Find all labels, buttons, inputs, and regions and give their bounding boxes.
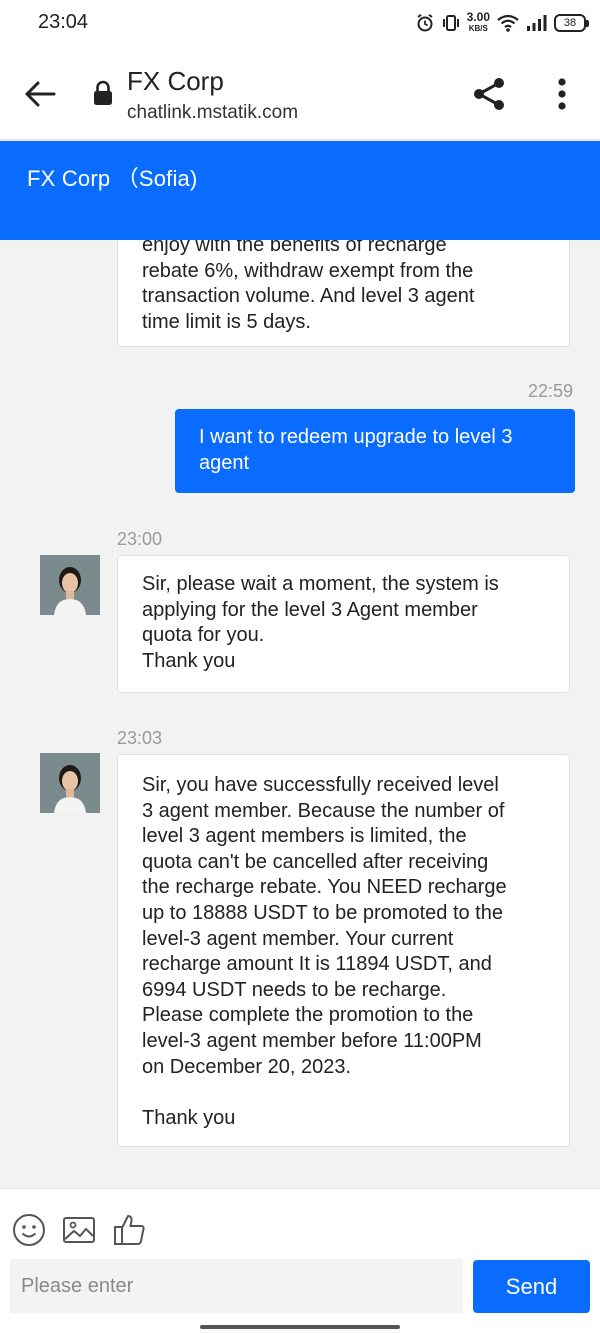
- battery-level: 38: [563, 17, 577, 29]
- image-icon[interactable]: [62, 1213, 96, 1247]
- share-icon[interactable]: [470, 74, 510, 114]
- status-time: 23:04: [38, 11, 89, 33]
- emoji-icon[interactable]: [12, 1213, 46, 1247]
- chat-header: FX Corp （Sofia): [0, 141, 600, 240]
- message-list[interactable]: enjoy with the benefits of recharge reba…: [0, 240, 600, 1188]
- send-button[interactable]: Send: [473, 1260, 590, 1313]
- message-bubble-incoming: Sir, please wait a moment, the system is…: [117, 555, 570, 693]
- status-icons: 3.00 KB/S 38: [415, 10, 589, 36]
- message-bubble-incoming: Sir, you have successfully received leve…: [117, 754, 570, 1147]
- input-bar: Send: [0, 1188, 600, 1333]
- browser-bar: FX Corp chatlink.mstatik.com: [0, 48, 600, 140]
- alarm-icon: [417, 13, 433, 32]
- chat-title: FX Corp （Sofia): [27, 166, 198, 191]
- site-title: FX Corp: [127, 66, 224, 96]
- battery-icon: 38: [554, 14, 589, 32]
- thumbs-up-icon[interactable]: [113, 1213, 147, 1247]
- net-speed: 3.00 KB/S: [466, 10, 490, 34]
- site-url[interactable]: chatlink.mstatik.com: [127, 102, 298, 124]
- message-bubble-incoming: enjoy with the benefits of recharge reba…: [117, 240, 570, 347]
- message-timestamp: 22:59: [528, 381, 574, 401]
- message-input[interactable]: [10, 1259, 463, 1313]
- status-bar: 23:04 3.00 KB/S 38: [0, 0, 600, 48]
- signal-icon: [527, 15, 547, 31]
- lock-icon: [94, 80, 112, 105]
- message-text: Sir, please wait a moment, the system is…: [142, 573, 499, 672]
- home-indicator[interactable]: [200, 1325, 400, 1329]
- message-bubble-outgoing: I want to redeem upgrade to level 3 agen…: [175, 409, 575, 493]
- message-text: I want to redeem upgrade to level 3 agen…: [199, 426, 513, 474]
- message-text: enjoy with the benefits of recharge reba…: [142, 240, 475, 333]
- agent-avatar[interactable]: [40, 753, 100, 813]
- net-speed-unit: KB/S: [468, 24, 488, 33]
- back-arrow-icon[interactable]: [22, 76, 58, 112]
- more-options-icon[interactable]: [548, 74, 576, 114]
- message-timestamp: 23:03: [117, 728, 163, 748]
- agent-avatar[interactable]: [40, 555, 100, 615]
- net-speed-value: 3.00: [466, 10, 490, 24]
- vibrate-icon: [442, 15, 459, 31]
- wifi-icon: [497, 14, 519, 32]
- message-timestamp: 23:00: [117, 529, 163, 549]
- message-text: Sir, you have successfully received leve…: [142, 774, 507, 1129]
